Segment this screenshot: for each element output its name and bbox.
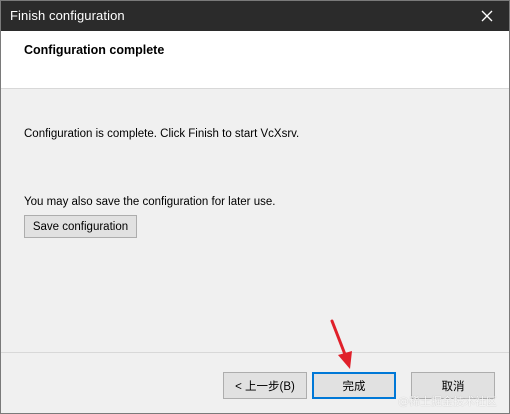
watermark-text: @稀土掘金技术社区: [398, 395, 497, 408]
dialog-content: Configuration is complete. Click Finish …: [1, 90, 509, 352]
window-title: Finish configuration: [10, 8, 125, 23]
red-arrow-icon: [330, 319, 352, 369]
completion-message: Configuration is complete. Click Finish …: [24, 128, 300, 140]
page-heading: Configuration complete: [24, 43, 165, 57]
finish-configuration-dialog: Finish configuration Configuration compl…: [0, 0, 510, 414]
save-hint-text: You may also save the configuration for …: [24, 196, 276, 208]
close-icon: [481, 10, 493, 22]
save-configuration-button[interactable]: Save configuration: [24, 215, 137, 238]
title-bar: Finish configuration: [1, 1, 509, 31]
close-button[interactable]: [465, 1, 509, 31]
finish-button[interactable]: 完成: [312, 372, 396, 399]
back-button[interactable]: < 上一步(B): [223, 372, 307, 399]
dialog-header: Configuration complete: [1, 31, 509, 89]
